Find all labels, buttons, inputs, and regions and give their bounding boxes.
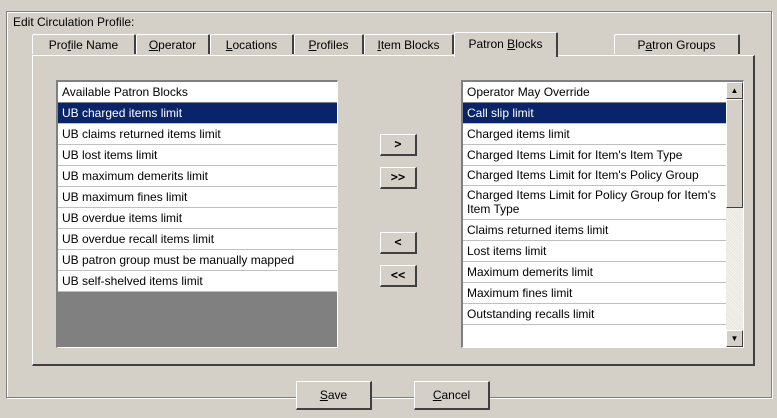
group-title: Edit Circulation Profile: [11,15,137,29]
available-patron-blocks-list[interactable]: Available Patron Blocks UB charged items… [56,80,338,348]
tab-label: tron Groups [652,38,716,52]
tab-label: tem Blocks [380,38,440,52]
tab-profile-name[interactable]: Profile Name [32,34,136,54]
list-item[interactable]: UB claims returned items limit [58,124,337,145]
operator-may-override-list[interactable]: Operator May Override Call slip limit Ch… [461,80,744,348]
list-item[interactable]: UB maximum demerits limit [58,166,337,187]
tab-label: perator [158,38,197,52]
tab-label: rofiles [316,38,349,52]
tab-mnemonic: B [507,37,516,51]
list-item[interactable]: UB charged items limit [58,103,337,124]
scroll-thumb[interactable] [726,99,743,208]
list-item[interactable]: Charged Items Limit for Policy Group for… [463,186,726,220]
override-list-header: Operator May Override [463,82,726,103]
tab-label: ile Name [70,38,119,52]
tab-label: Patron [468,37,508,51]
list-item[interactable]: UB overdue items limit [58,208,337,229]
override-list-scrollbar[interactable]: ▲ ▼ [726,82,743,347]
tab-locations[interactable]: Locations [210,34,294,54]
list-item[interactable]: Lost items limit [463,241,726,262]
tab-label: locks [515,37,543,51]
list-item[interactable]: UB overdue recall items limit [58,229,337,250]
remove-all-button[interactable]: << [380,265,417,287]
add-one-button[interactable]: > [380,134,417,156]
available-list-header: Available Patron Blocks [58,82,337,103]
save-label: ave [327,388,348,402]
tab-operator[interactable]: Operator [136,34,210,54]
tab-patron-groups[interactable]: Patron Groups [614,34,740,54]
tab-mnemonic: O [148,38,159,52]
list-item[interactable]: Outstanding recalls limit [463,304,726,325]
save-mnemonic: S [319,388,328,402]
tab-item-blocks[interactable]: Item Blocks [364,34,454,54]
list-item[interactable]: UB lost items limit [58,145,337,166]
list-item[interactable]: Charged Items Limit for Item's Item Type [463,145,726,166]
scroll-down-icon[interactable]: ▼ [726,330,743,347]
save-button[interactable]: Save [296,381,372,410]
list-item[interactable]: Call slip limit [463,103,726,124]
tab-patron-blocks[interactable]: Patron Blocks [454,32,558,57]
available-list-content: Available Patron Blocks UB charged items… [58,82,337,347]
tab-profiles[interactable]: Profiles [294,34,364,54]
cancel-button[interactable]: Cancel [414,381,490,410]
list-item[interactable]: Charged items limit [463,124,726,145]
remove-one-button[interactable]: < [380,232,417,254]
list-item[interactable]: UB maximum fines limit [58,187,337,208]
list-item[interactable]: UB self-shelved items limit [58,271,337,292]
override-list-content: Operator May Override Call slip limit Ch… [463,82,726,347]
cancel-label: ancel [441,388,471,402]
tab-label: Pro [48,38,68,52]
list-item[interactable]: UB patron group must be manually mapped [58,250,337,271]
add-all-button[interactable]: >> [380,167,417,189]
list-item[interactable]: Claims returned items limit [463,220,726,241]
list-item[interactable]: Maximum fines limit [463,283,726,304]
tab-label: ocations [232,38,278,52]
scroll-up-icon[interactable]: ▲ [726,82,743,99]
list-item[interactable]: Charged Items Limit for Item's Policy Gr… [463,166,726,186]
tab-mnemonic: P [308,38,317,52]
list-item[interactable]: Maximum demerits limit [463,262,726,283]
